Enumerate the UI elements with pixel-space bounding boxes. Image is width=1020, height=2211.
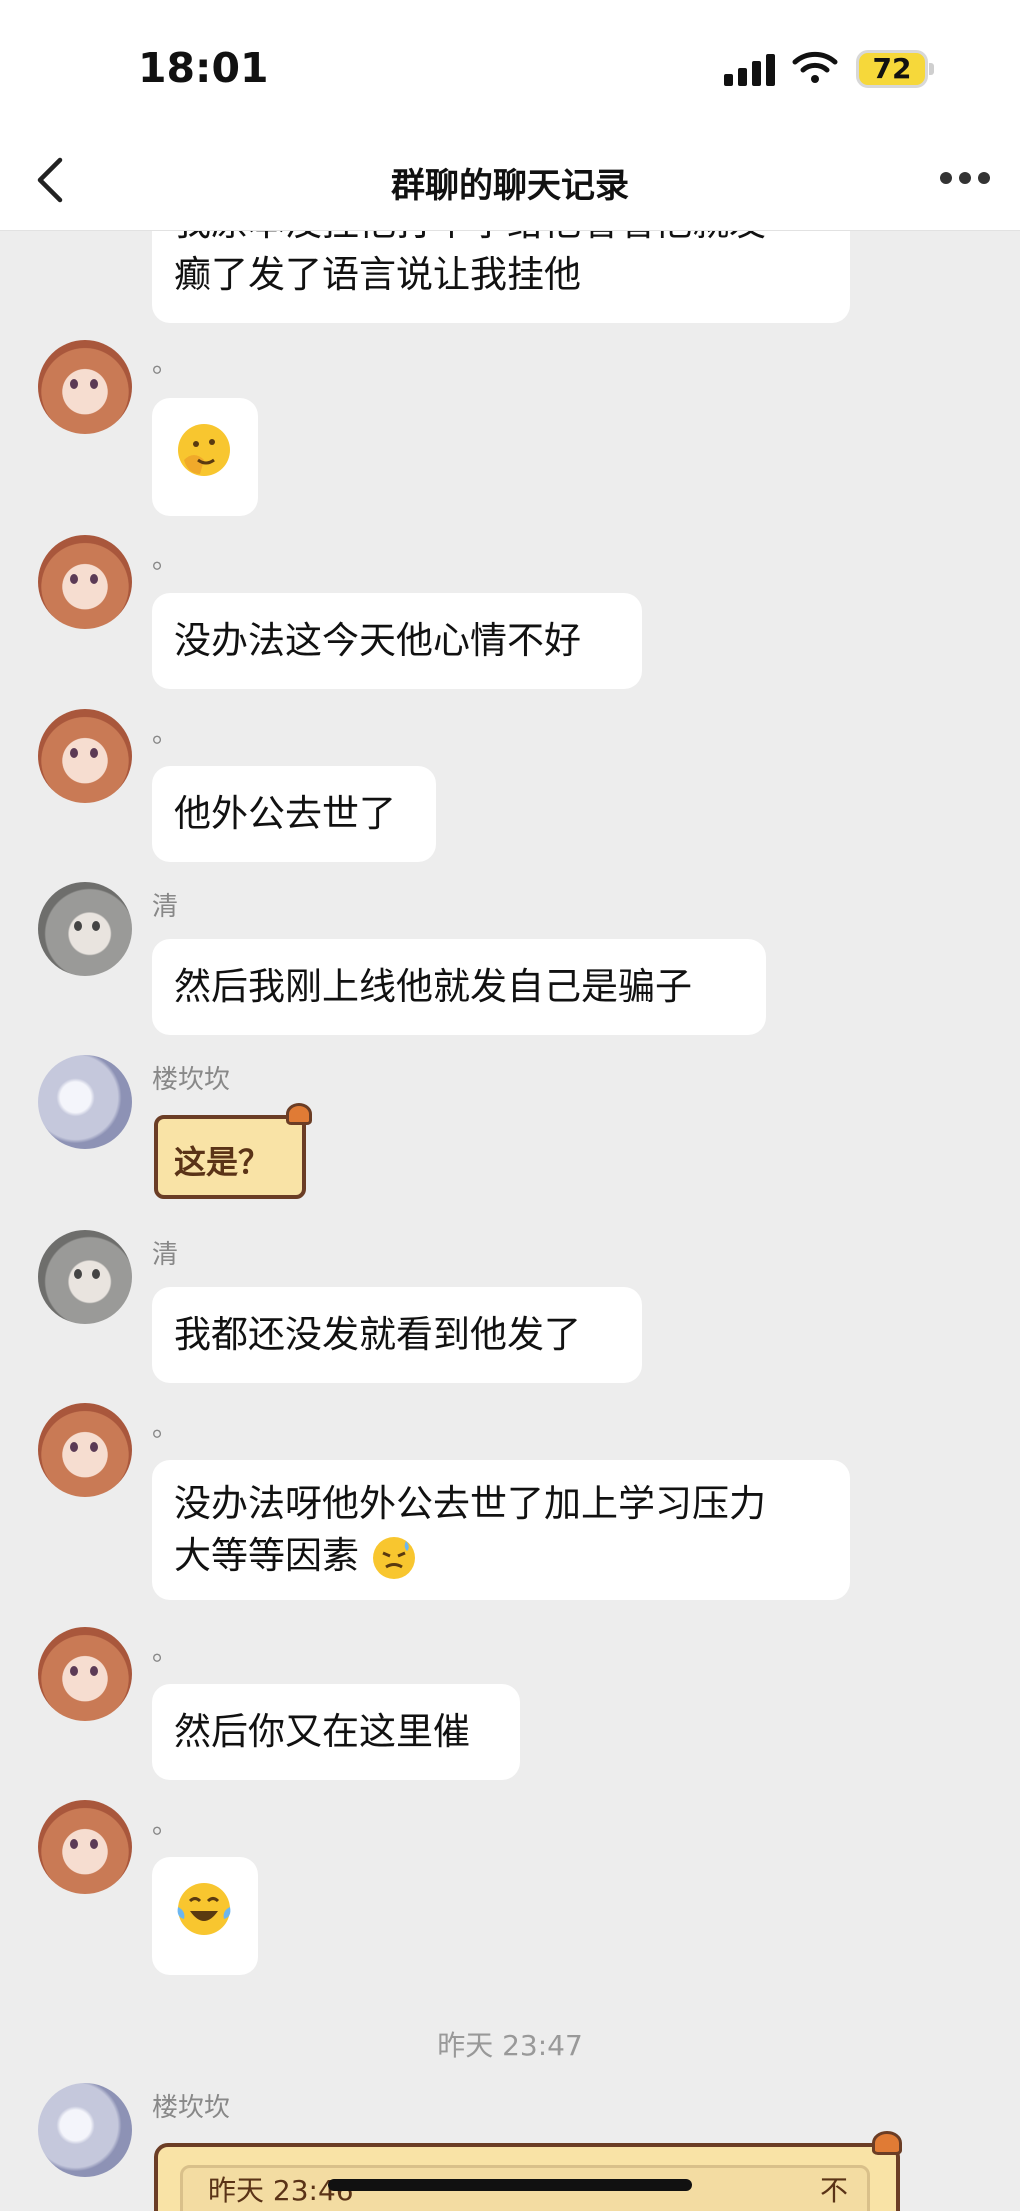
message-text-line: 癫了发了语言说让我挂他 xyxy=(174,253,581,296)
cat-sticker-icon xyxy=(286,1103,312,1125)
message-bubble[interactable]: 然后我刚上线他就发自己是骗子 xyxy=(152,939,766,1035)
home-indicator[interactable] xyxy=(328,2179,692,2191)
message-bubble[interactable]: 然后你又在这里催 xyxy=(152,1684,520,1780)
sender-name: 。 xyxy=(152,719,179,749)
sender-name: 清 xyxy=(152,892,179,922)
sender-name: 。 xyxy=(152,1810,179,1840)
status-bar: 18:01 72 xyxy=(0,0,1020,130)
page-title: 群聊的聊天记录 xyxy=(391,166,629,206)
sender-name: 。 xyxy=(152,1413,179,1443)
avatar[interactable] xyxy=(38,709,132,803)
message-bubble[interactable]: 没办法这今天他心情不好 xyxy=(152,593,642,689)
sticker-text: 这是？ xyxy=(174,1143,271,1181)
wifi-icon xyxy=(792,51,838,83)
more-options-icon[interactable] xyxy=(940,172,990,188)
sticker-message[interactable]: 这是？ xyxy=(148,1103,314,1203)
avatar[interactable] xyxy=(38,1800,132,1894)
tears-of-joy-icon xyxy=(177,1883,231,1935)
avatar[interactable] xyxy=(38,1055,132,1149)
message-text-line: 大等等因素 xyxy=(174,1530,828,1582)
sender-name: 。 xyxy=(152,1637,179,1667)
status-time: 18:01 xyxy=(138,44,269,92)
signal-icon xyxy=(724,52,776,86)
message-text-line: 没办法呀他外公去世了加上学习压力 xyxy=(174,1482,766,1525)
sender-name: 楼坎坎 xyxy=(152,2093,231,2123)
avatar[interactable] xyxy=(38,1627,132,1721)
sticker-message[interactable]: 昨天 23:46 不 xyxy=(148,2131,908,2211)
avatar[interactable] xyxy=(38,2083,132,2177)
timestamp: 昨天 23:47 xyxy=(437,2029,583,2062)
emoji-message[interactable] xyxy=(152,398,258,516)
cat-sticker-icon xyxy=(872,2131,902,2155)
message-text-line: 我原本没挂他打个字给他看看他就发 xyxy=(174,231,828,249)
avatar[interactable] xyxy=(38,340,132,434)
nav-bar: 群聊的聊天记录 xyxy=(0,130,1020,231)
sticker-text-right: 不 xyxy=(820,2174,849,2207)
sender-name: 。 xyxy=(152,545,179,575)
chat-history[interactable]: 我原本没挂他打个字给他看看他就发 癫了发了语言说让我挂他 。 。 没办法这今天他… xyxy=(0,231,1020,2211)
sender-name: 清 xyxy=(152,1240,179,1270)
avatar[interactable] xyxy=(38,1230,132,1324)
message-bubble[interactable]: 我原本没挂他打个字给他看看他就发 癫了发了语言说让我挂他 xyxy=(152,231,850,323)
message-bubble[interactable]: 没办法呀他外公去世了加上学习压力 大等等因素 xyxy=(152,1460,850,1600)
message-bubble[interactable]: 他外公去世了 xyxy=(152,766,436,862)
sender-name: 。 xyxy=(152,349,179,379)
emoji-message[interactable] xyxy=(152,1857,258,1975)
sender-name: 楼坎坎 xyxy=(152,1065,231,1095)
salute-face-icon xyxy=(178,424,230,476)
sweat-face-icon xyxy=(372,1536,415,1579)
battery-icon: 72 xyxy=(856,50,934,88)
avatar[interactable] xyxy=(38,1403,132,1497)
avatar[interactable] xyxy=(38,535,132,629)
battery-level: 72 xyxy=(872,52,912,85)
avatar[interactable] xyxy=(38,882,132,976)
message-bubble[interactable]: 我都还没发就看到他发了 xyxy=(152,1287,642,1383)
